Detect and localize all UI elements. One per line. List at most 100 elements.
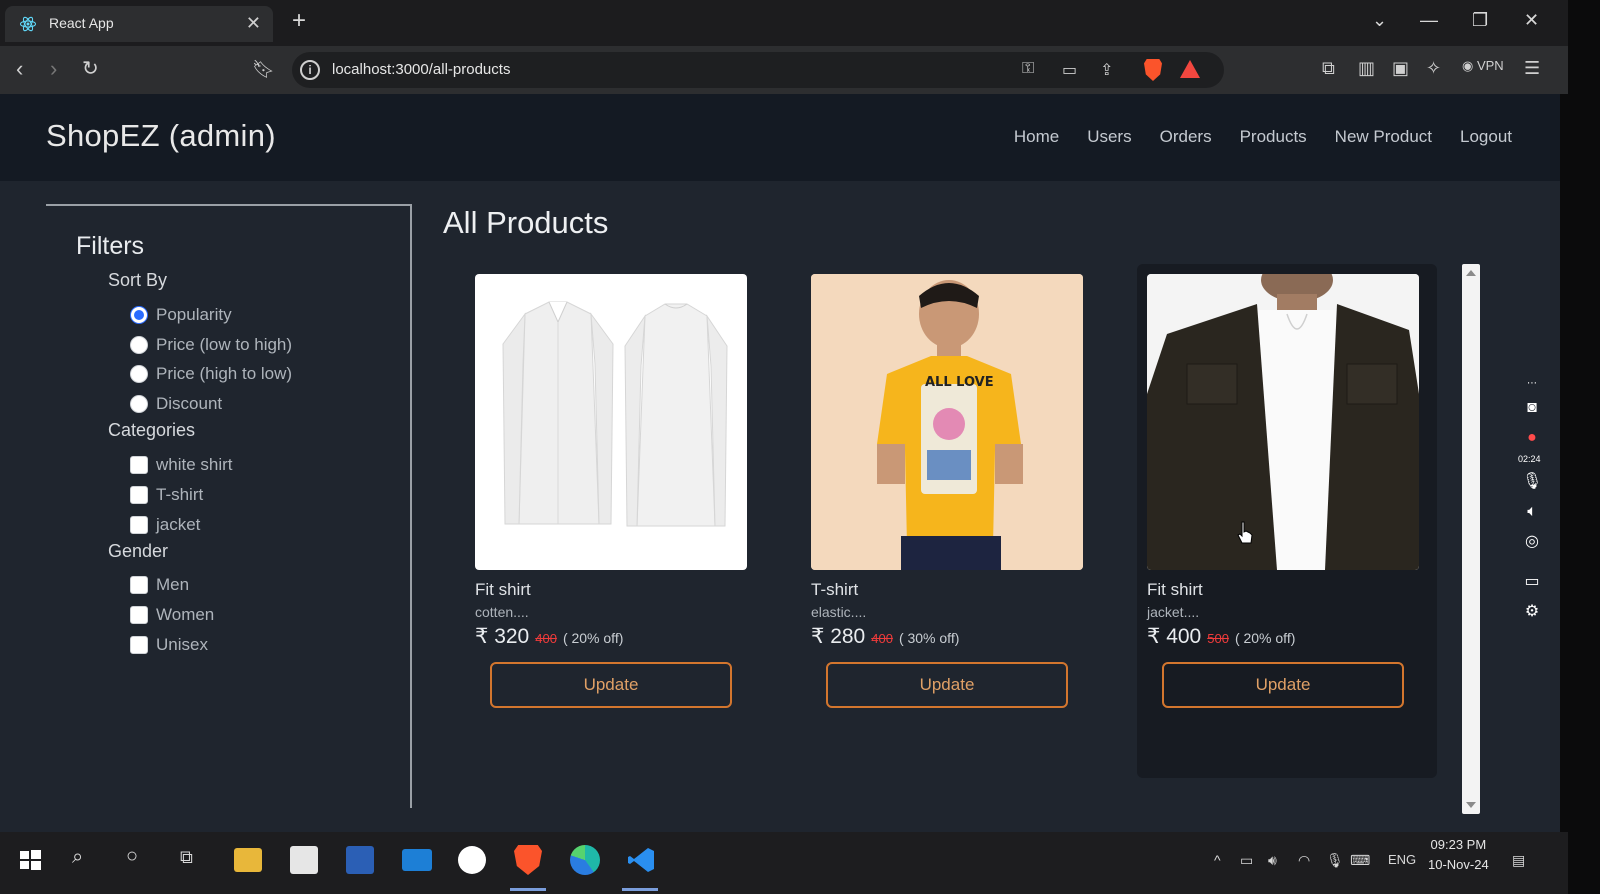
speaker-icon[interactable]: 🔈︎ bbox=[1522, 502, 1542, 522]
microphone-icon[interactable]: 🎙︎ bbox=[1522, 472, 1542, 492]
minimize-icon[interactable]: — bbox=[1420, 10, 1438, 31]
update-button[interactable]: Update bbox=[826, 662, 1068, 708]
app-icon[interactable] bbox=[458, 846, 486, 874]
gender-unisex[interactable]: Unisex bbox=[130, 634, 208, 656]
edge-icon[interactable] bbox=[570, 845, 600, 875]
tab-list-chevron-icon[interactable]: ⌄ bbox=[1372, 10, 1387, 31]
scroll-up-icon[interactable] bbox=[1466, 270, 1476, 276]
product-image-t-shirt[interactable]: ALL LOVE bbox=[811, 274, 1083, 570]
store-icon[interactable] bbox=[290, 846, 318, 874]
camera-icon[interactable]: ◙ bbox=[1522, 398, 1542, 418]
category-t-shirt[interactable]: T-shirt bbox=[130, 484, 203, 506]
language-indicator[interactable]: ENG bbox=[1388, 852, 1416, 867]
tab-close-icon[interactable]: ✕ bbox=[246, 13, 261, 34]
product-description: elastic.... bbox=[811, 604, 867, 620]
site-info-icon[interactable]: i bbox=[300, 60, 320, 80]
address-bar[interactable]: i localhost:3000/all-products ⚿ ▭ ⇪ bbox=[292, 52, 1224, 88]
clock-time: 09:23 PM bbox=[1430, 837, 1487, 852]
system-clock[interactable]: 09:23 PM 10-Nov-24 bbox=[1428, 835, 1489, 875]
mic-tray-icon[interactable]: 🎙︎ bbox=[1326, 852, 1344, 869]
nav-products[interactable]: Products bbox=[1240, 127, 1307, 147]
word-icon[interactable] bbox=[346, 846, 374, 874]
checkbox[interactable] bbox=[130, 516, 148, 534]
gender-men[interactable]: Men bbox=[130, 574, 189, 596]
brave-shields-icon[interactable] bbox=[1144, 59, 1162, 81]
bookmark-icon[interactable]: 🔖︎ bbox=[252, 56, 275, 82]
key-icon[interactable]: ⚿ bbox=[1022, 60, 1034, 78]
nav-home[interactable]: Home bbox=[1014, 127, 1059, 147]
radio-selected[interactable] bbox=[130, 306, 148, 324]
checkbox[interactable] bbox=[130, 606, 148, 624]
cortana-icon[interactable]: ○ bbox=[126, 845, 138, 868]
product-card[interactable]: Fit shirt jacket.... ₹ 400 500 ( 20% off… bbox=[1137, 264, 1437, 778]
vertical-scrollbar[interactable] bbox=[1462, 264, 1480, 814]
record-icon[interactable]: ● bbox=[1522, 428, 1542, 448]
checkbox[interactable] bbox=[130, 456, 148, 474]
radio[interactable] bbox=[130, 365, 148, 383]
current-price: ₹ 320 bbox=[475, 625, 530, 648]
original-price: 400 bbox=[535, 631, 557, 646]
update-button[interactable]: Update bbox=[490, 662, 732, 708]
restore-icon[interactable]: ❐ bbox=[1472, 10, 1488, 31]
scroll-down-icon[interactable] bbox=[1466, 802, 1476, 808]
brave-browser-icon[interactable] bbox=[514, 845, 542, 875]
radio[interactable] bbox=[130, 336, 148, 354]
recorder-menu-icon[interactable]: ⋯ bbox=[1522, 374, 1542, 394]
original-price: 500 bbox=[1207, 631, 1229, 646]
browser-tab[interactable]: React App ✕ bbox=[5, 6, 273, 42]
sort-by-title: Sort By bbox=[108, 270, 168, 290]
product-image-jacket[interactable] bbox=[1147, 274, 1419, 570]
sort-option-price-low-high[interactable]: Price (low to high) bbox=[130, 334, 292, 356]
checkbox[interactable] bbox=[130, 486, 148, 504]
product-card[interactable]: ALL LOVE T-shirt elastic.... ₹ 280 400 (… bbox=[801, 264, 1101, 778]
menu-icon[interactable]: ☰ bbox=[1524, 58, 1540, 79]
battery-icon[interactable]: ▭ bbox=[1240, 852, 1253, 869]
url-text[interactable]: localhost:3000/all-products bbox=[332, 61, 510, 78]
extensions-icon[interactable]: ⧉ bbox=[1322, 58, 1335, 79]
vscode-icon[interactable] bbox=[626, 844, 658, 876]
nav-logout[interactable]: Logout bbox=[1460, 127, 1512, 147]
checkbox[interactable] bbox=[130, 576, 148, 594]
back-icon[interactable]: ‹ bbox=[16, 56, 23, 82]
app-navbar: ShopEZ (admin) Home Users Orders Product… bbox=[0, 94, 1560, 181]
brand-title[interactable]: ShopEZ (admin) bbox=[46, 118, 276, 154]
leo-ai-icon[interactable]: ✧ bbox=[1426, 58, 1441, 79]
window-capture-icon[interactable]: ▭ bbox=[1522, 572, 1542, 592]
share-icon[interactable]: ⇪ bbox=[1100, 60, 1113, 80]
reload-icon[interactable]: ↻ bbox=[82, 56, 99, 82]
sidebar-icon[interactable]: ▥ bbox=[1358, 58, 1375, 79]
new-tab-button[interactable]: + bbox=[292, 9, 306, 33]
radio[interactable] bbox=[130, 395, 148, 413]
task-view-icon[interactable]: ⧉ bbox=[180, 847, 193, 868]
checkbox[interactable] bbox=[130, 636, 148, 654]
volume-icon[interactable]: 🔊︎ bbox=[1268, 852, 1277, 869]
sort-option-price-high-low[interactable]: Price (high to low) bbox=[130, 363, 292, 385]
forward-icon[interactable]: › bbox=[50, 56, 57, 82]
category-white-shirt[interactable]: white shirt bbox=[130, 454, 233, 476]
search-icon[interactable]: ⌕ bbox=[72, 846, 83, 869]
product-image-white-shirt[interactable] bbox=[475, 274, 747, 570]
mail-icon[interactable] bbox=[402, 849, 432, 871]
vpn-button[interactable]: ◉ VPN bbox=[1462, 58, 1504, 74]
cast-icon[interactable]: ▭ bbox=[1062, 60, 1077, 80]
brave-rewards-icon[interactable] bbox=[1180, 60, 1200, 78]
webcam-icon[interactable]: ◎ bbox=[1522, 532, 1542, 552]
keyboard-icon[interactable]: ⌨ bbox=[1350, 852, 1370, 869]
sort-option-discount[interactable]: Discount bbox=[130, 393, 222, 415]
notifications-icon[interactable]: ▤ bbox=[1512, 852, 1525, 869]
update-button[interactable]: Update bbox=[1162, 662, 1404, 708]
gender-women[interactable]: Women bbox=[130, 604, 214, 626]
wifi-icon[interactable]: ◠ bbox=[1298, 852, 1310, 869]
product-card[interactable]: Fit shirt cotten.... ₹ 320 400 ( 20% off… bbox=[465, 264, 765, 778]
sort-option-popularity[interactable]: Popularity bbox=[130, 304, 232, 326]
tray-chevron-icon[interactable]: ^ bbox=[1214, 852, 1221, 868]
nav-orders[interactable]: Orders bbox=[1160, 127, 1212, 147]
category-jacket[interactable]: jacket bbox=[130, 514, 200, 536]
wallet-icon[interactable]: ▣ bbox=[1392, 58, 1409, 79]
nav-users[interactable]: Users bbox=[1087, 127, 1131, 147]
file-explorer-icon[interactable] bbox=[234, 848, 262, 872]
close-window-icon[interactable]: ✕ bbox=[1524, 10, 1539, 31]
windows-start-icon[interactable] bbox=[14, 844, 46, 876]
settings-gear-icon[interactable]: ⚙ bbox=[1522, 602, 1542, 622]
nav-new-product[interactable]: New Product bbox=[1335, 127, 1432, 147]
